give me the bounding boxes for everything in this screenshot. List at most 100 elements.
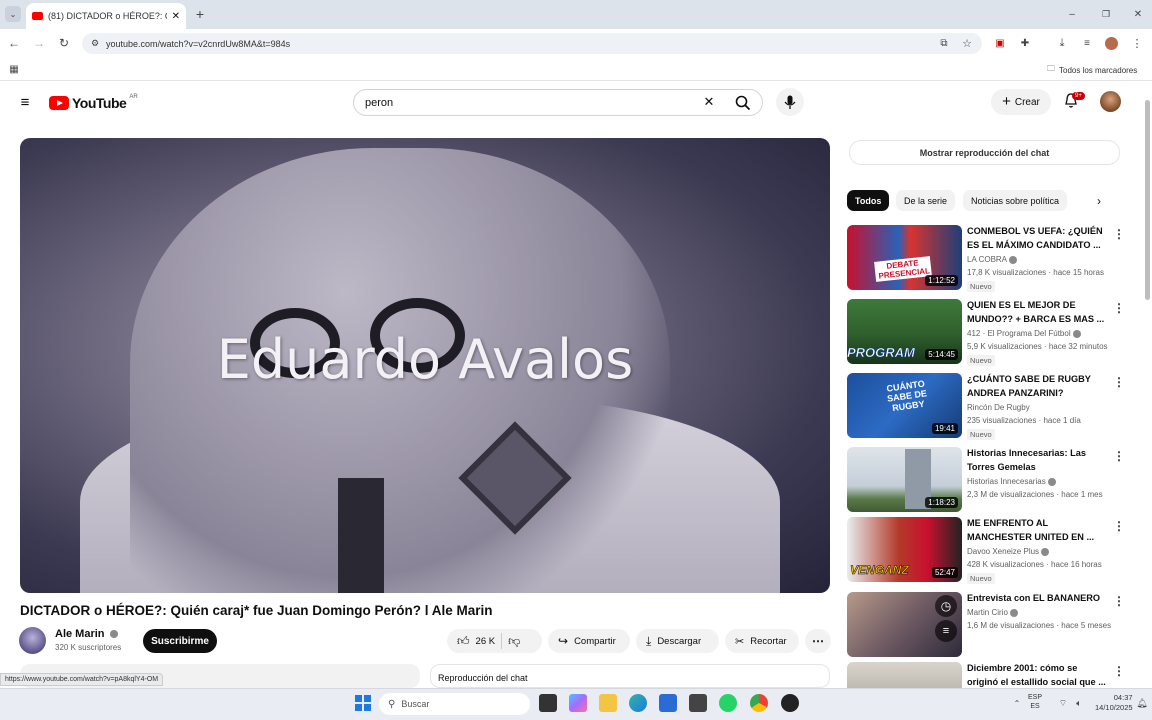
close-tab-icon[interactable]: ✕ xyxy=(172,11,180,22)
address-bar[interactable]: youtube.com/watch?v=v2cnrdUw8MA&t=984s xyxy=(82,33,982,54)
taskbar-search-input[interactable]: ⚲ Buscar xyxy=(379,693,530,715)
task-view-icon[interactable] xyxy=(539,694,557,712)
volume-icon[interactable]: 🔈︎ xyxy=(1074,697,1084,709)
voice-search-button[interactable] xyxy=(776,88,804,116)
folder-icon: 🗀 xyxy=(1047,64,1055,73)
all-bookmarks-folder[interactable]: 🗀 Todos los marcadores xyxy=(1047,63,1137,77)
close-window-icon[interactable]: ✕ xyxy=(1128,6,1148,22)
more-actions-button[interactable]: ⋯ xyxy=(805,629,831,653)
browser-tab[interactable]: (81) DICTADOR o HÉROE?: Quién ✕ xyxy=(26,3,186,29)
wifi-icon[interactable]: ⌔ xyxy=(1058,697,1068,709)
view-stats: 1,6 M de visualizaciones · hace 5 meses xyxy=(967,621,1112,630)
video-title: Entrevista con EL BANANERO xyxy=(967,593,1101,603)
site-info-icon[interactable]: ⚙ xyxy=(88,36,102,50)
video-title: ¿CUÁNTO SABE DE RUGBY ANDREA PANZARINI? xyxy=(967,374,1091,398)
video-thumbnail: VENGANZ 52:47 xyxy=(847,517,962,582)
dislike-button[interactable]: 👎︎ xyxy=(508,634,520,649)
bookmark-star-icon[interactable]: ☆ xyxy=(960,36,974,50)
recommended-video[interactable]: 1:18:23 Historias Innecesarias: Las Torr… xyxy=(847,447,1137,515)
recommended-video[interactable]: DEBATE PRESENCIAL 1:12:52 CONMEBOL VS UE… xyxy=(847,225,1137,293)
reading-list-icon[interactable]: ≡ xyxy=(1080,36,1094,50)
recommended-video[interactable]: ◷ ≡ Entrevista con EL BANANERO Martin Ci… xyxy=(847,592,1137,660)
new-tab-icon[interactable]: + xyxy=(193,6,207,22)
youtube-logo[interactable]: YouTube AR xyxy=(49,94,138,111)
profile-avatar-icon[interactable] xyxy=(1105,37,1118,50)
channel-name: LA COBRA xyxy=(967,255,1018,264)
clear-search-icon[interactable]: ✕ xyxy=(701,94,717,110)
channel-name: Martin Cirio xyxy=(967,608,1018,617)
taskbar-clock[interactable]: 04:37 14/10/2025 xyxy=(1095,693,1133,713)
share-button[interactable]: ↪ Compartir xyxy=(548,629,630,653)
download-icon[interactable]: ⤓ xyxy=(1055,36,1069,50)
file-explorer-icon[interactable] xyxy=(599,694,617,712)
download-button[interactable]: ⤓ Descargar xyxy=(636,629,719,653)
start-button-icon[interactable] xyxy=(355,695,371,711)
extensions-icon[interactable]: ✚ xyxy=(1018,36,1032,50)
tray-chevron-icon[interactable]: ⌃ xyxy=(1012,697,1022,709)
minimize-icon[interactable]: – xyxy=(1062,6,1082,22)
thumbs-up-icon: 👍︎ xyxy=(457,633,470,648)
edge-icon[interactable] xyxy=(629,694,647,712)
chat-replay-panel[interactable]: Reproducción del chat xyxy=(430,664,830,688)
subscribe-button[interactable]: Suscribirme xyxy=(143,629,217,653)
watch-later-icon[interactable]: ◷ xyxy=(935,595,957,617)
recommended-video[interactable]: Diciembre 2001: cómo se originó el estal… xyxy=(847,662,1137,688)
chip-series[interactable]: De la serie xyxy=(896,190,956,211)
reload-icon[interactable]: ↻ xyxy=(56,35,72,51)
like-divider xyxy=(501,633,503,649)
tab-search-icon[interactable]: ⌄ xyxy=(5,6,21,22)
like-button[interactable]: 👍︎ 26 K xyxy=(457,634,495,649)
notification-count-badge: 9+ xyxy=(1072,92,1085,100)
store-icon[interactable] xyxy=(659,694,677,712)
recommended-video[interactable]: VENGANZ 52:47 ME ENFRENTO AL MANCHESTER … xyxy=(847,517,1137,585)
scissors-icon: ✂ xyxy=(735,635,745,648)
channel-name: Rincón De Rugby xyxy=(967,403,1030,412)
back-icon[interactable]: ← xyxy=(6,35,22,51)
more-options-icon[interactable]: ⋮ xyxy=(1113,301,1125,315)
youtube-favicon-icon xyxy=(32,12,43,20)
channel-name[interactable]: Ale Marin xyxy=(55,628,118,640)
video-title: ME ENFRENTO AL MANCHESTER UNITED EN ... xyxy=(967,518,1095,542)
app-icon-2[interactable] xyxy=(781,694,799,712)
channel-text: Martin Cirio xyxy=(967,608,1008,617)
search-button[interactable] xyxy=(723,89,763,116)
recommended-video[interactable]: PROGRAM 5:14:45 QUIEN ES EL MEJOR DE MUN… xyxy=(847,299,1137,367)
chip-politics-news[interactable]: Noticias sobre política xyxy=(963,190,1068,211)
clip-button[interactable]: ✂ Recortar xyxy=(725,629,799,653)
pdf-extension-icon[interactable]: ▣ xyxy=(993,36,1007,50)
more-options-icon[interactable]: ⋮ xyxy=(1113,519,1125,533)
new-badge: Nuevo xyxy=(967,281,995,292)
chips-next-icon[interactable]: › xyxy=(1097,194,1101,208)
more-options-icon[interactable]: ⋮ xyxy=(1113,664,1125,678)
chrome-icon[interactable] xyxy=(750,694,768,712)
add-to-queue-icon[interactable]: ≡ xyxy=(935,620,957,642)
hamburger-menu-icon[interactable]: ≡ xyxy=(16,93,34,111)
more-options-icon[interactable]: ⋮ xyxy=(1113,227,1125,241)
restore-icon[interactable]: ❐ xyxy=(1096,6,1116,22)
copilot-icon[interactable] xyxy=(569,694,587,712)
duration-badge: 52:47 xyxy=(931,567,958,578)
video-thumbnail: DEBATE PRESENCIAL 1:12:52 xyxy=(847,225,962,290)
scrollbar-thumb[interactable] xyxy=(1145,100,1150,300)
create-button[interactable]: + Crear xyxy=(991,89,1051,115)
chip-all[interactable]: Todos xyxy=(847,190,890,211)
browser-menu-icon[interactable]: ⋮ xyxy=(1130,36,1144,50)
app-icon[interactable] xyxy=(689,694,707,712)
video-player[interactable]: Eduardo Avalos xyxy=(20,138,830,593)
whatsapp-icon[interactable] xyxy=(719,694,737,712)
more-options-icon[interactable]: ⋮ xyxy=(1113,375,1125,389)
more-options-icon[interactable]: ⋮ xyxy=(1113,594,1125,608)
thumbnail-text: VENGANZ xyxy=(850,563,909,578)
channel-avatar[interactable] xyxy=(19,627,46,654)
language-indicator[interactable]: ESP ES xyxy=(1028,693,1042,711)
apps-grid-icon[interactable]: ▦ xyxy=(7,62,21,76)
chat-replay-title: Reproducción del chat xyxy=(438,673,528,683)
notification-center-icon[interactable]: 🔔︎ xyxy=(1136,697,1147,709)
search-icon: ⚲ xyxy=(388,698,396,710)
cast-icon[interactable]: ⧉ xyxy=(937,36,951,50)
forward-icon[interactable]: → xyxy=(31,35,47,51)
more-options-icon[interactable]: ⋮ xyxy=(1113,449,1125,463)
recommended-video[interactable]: CUÁNTO SABE DE RUGBY 19:41 ¿CUÁNTO SABE … xyxy=(847,373,1137,441)
account-avatar[interactable] xyxy=(1100,91,1121,112)
show-chat-replay-button[interactable]: Mostrar reproducción del chat xyxy=(849,140,1120,165)
